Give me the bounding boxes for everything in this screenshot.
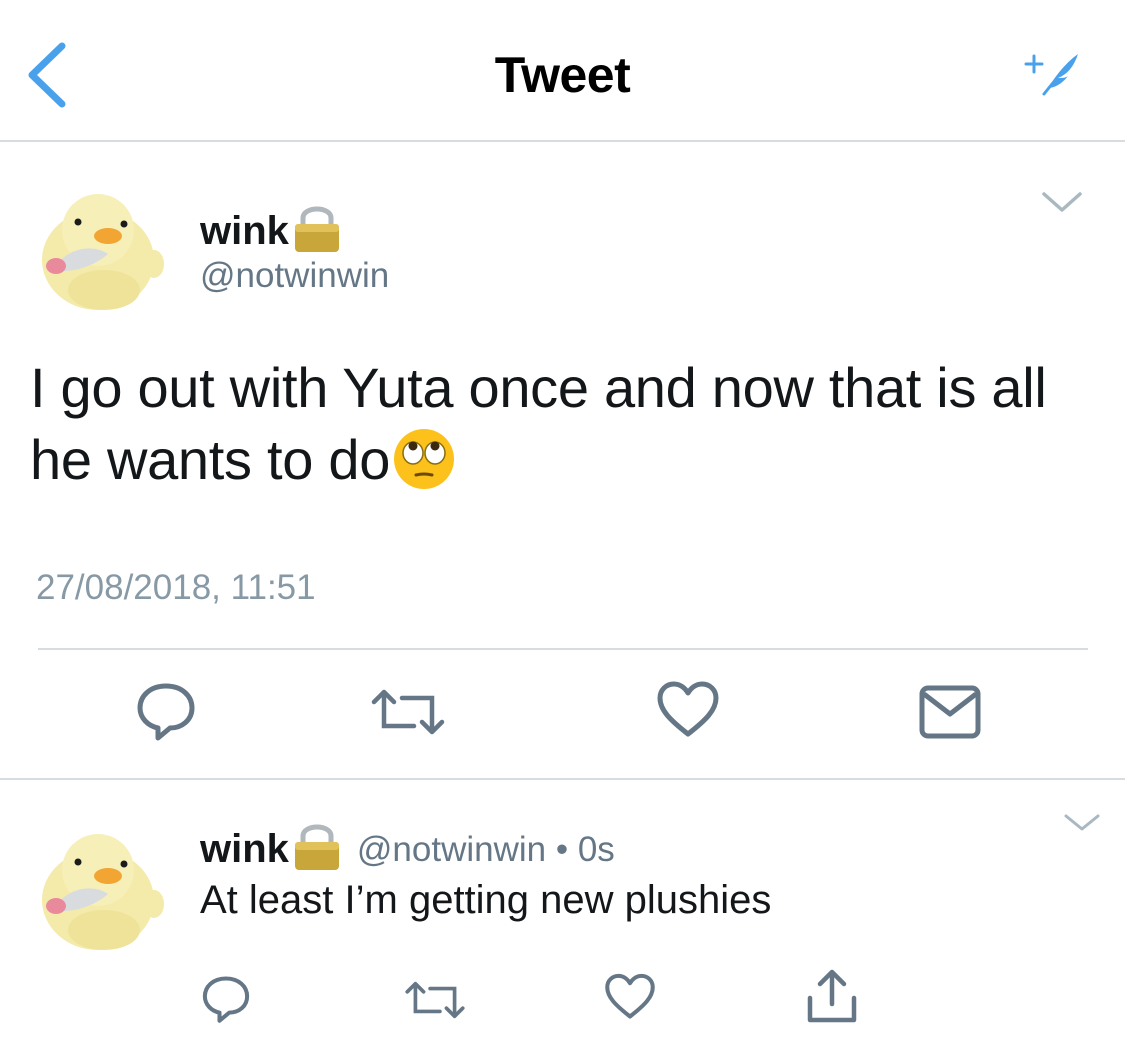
user-handle[interactable]: @notwinwin: [200, 256, 389, 296]
handle-and-time: @notwinwin • 0s: [356, 830, 615, 869]
tweet-text: At least I’m getting new plushies: [200, 878, 772, 922]
avatar[interactable]: [28, 818, 168, 958]
chevron-down-icon: [1040, 190, 1084, 216]
retweet-button[interactable]: [404, 978, 466, 1022]
reply-header: wink @notwinwin • 0s: [200, 818, 615, 872]
reply-button[interactable]: [134, 678, 198, 742]
reply-button[interactable]: [200, 972, 252, 1024]
display-name-text: wink: [200, 827, 289, 871]
chevron-down-icon: [1062, 812, 1102, 834]
tweet-options-button[interactable]: [1062, 812, 1102, 834]
tweet-text: I go out with Yuta once and now that is …: [30, 352, 1110, 496]
divider: [38, 648, 1088, 650]
share-icon: [806, 968, 858, 1024]
nav-header: Tweet: [0, 0, 1125, 142]
heart-icon: [604, 972, 656, 1022]
reply-icon: [200, 972, 252, 1024]
retweet-icon: [370, 686, 446, 738]
protected-lock-icon: [291, 200, 343, 254]
compose-feather-icon: [1024, 48, 1084, 100]
tweet-timestamp: 27/08/2018, 11:51: [36, 568, 316, 607]
retweet-icon: [404, 978, 466, 1022]
display-name-text: wink: [200, 209, 289, 253]
tweet-detail-screen: Tweet wink @notwinwin I go out with Yuta…: [0, 0, 1125, 1058]
avatar[interactable]: [28, 178, 168, 318]
direct-message-button[interactable]: [918, 682, 982, 742]
like-button[interactable]: [656, 680, 720, 740]
like-button[interactable]: [604, 972, 656, 1022]
envelope-icon: [918, 682, 982, 742]
page-title: Tweet: [494, 47, 631, 103]
divider: [0, 778, 1125, 780]
display-name[interactable]: wink: [200, 818, 343, 872]
tweet-text-content: I go out with Yuta once and now that is …: [30, 356, 1047, 491]
reply-icon: [134, 678, 198, 742]
tweet-options-button[interactable]: [1040, 190, 1084, 216]
protected-lock-icon: [291, 818, 343, 872]
face-with-rolling-eyes-emoji: [392, 427, 456, 491]
heart-icon: [656, 680, 720, 740]
compose-tweet-button[interactable]: [1024, 48, 1084, 100]
share-button[interactable]: [806, 968, 858, 1024]
display-name[interactable]: wink: [200, 200, 343, 254]
retweet-button[interactable]: [370, 686, 446, 738]
